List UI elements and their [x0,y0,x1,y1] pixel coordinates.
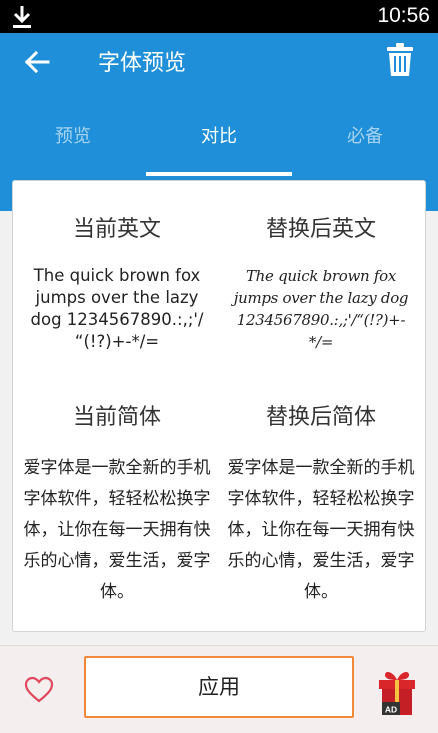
gift-ad-icon[interactable]: AD [376,668,418,716]
current-chinese-section: 当前简体 爱字体是一款全新的手机字体软件，轻轻松松换字体，让你在每一天拥有快乐的… [17,399,217,608]
replaced-chinese-section: 替换后简体 爱字体是一款全新的手机字体软件，轻轻松松换字体，让你在每一天拥有快乐… [221,399,421,608]
bottom-bar: 应用 AD [0,645,438,733]
trash-icon[interactable] [386,43,414,77]
ad-badge: AD [385,705,397,715]
page-title: 字体预览 [98,51,187,76]
status-time: 10:56 [377,4,430,27]
replaced-english-section: 替换后英文 The quick brown fox jumps over the… [221,211,421,353]
tab-indicator [146,172,292,176]
replaced-english-heading: 替换后英文 [265,217,376,242]
comparison-card: 当前英文 The quick brown fox jumps over the … [12,180,426,632]
replaced-english-sample: The quick brown fox jumps over the lazy … [233,267,409,351]
current-english-section: 当前英文 The quick brown fox jumps over the … [17,211,217,353]
replaced-chinese-sample: 爱字体是一款全新的手机字体软件，轻轻松松换字体，让你在每一天拥有快乐的心情，爱生… [227,458,415,602]
back-arrow-icon[interactable] [22,47,52,77]
download-icon [13,6,31,28]
replaced-chinese-heading: 替换后简体 [265,405,376,430]
current-english-heading: 当前英文 [72,217,161,242]
tab-bar: 预览 对比 必备 [0,115,438,175]
heart-icon[interactable] [24,676,54,704]
current-english-sample: The quick brown fox jumps over the lazy … [30,266,204,351]
tab-preview[interactable]: 预览 [0,115,146,175]
current-chinese-sample: 爱字体是一款全新的手机字体软件，轻轻松松换字体，让你在每一天拥有快乐的心情，爱生… [23,458,211,602]
current-chinese-heading: 当前简体 [72,405,161,430]
tab-compare[interactable]: 对比 [146,115,292,175]
status-bar: 10:56 [0,0,438,33]
apply-button[interactable]: 应用 [84,656,354,718]
tab-essentials[interactable]: 必备 [292,115,438,175]
